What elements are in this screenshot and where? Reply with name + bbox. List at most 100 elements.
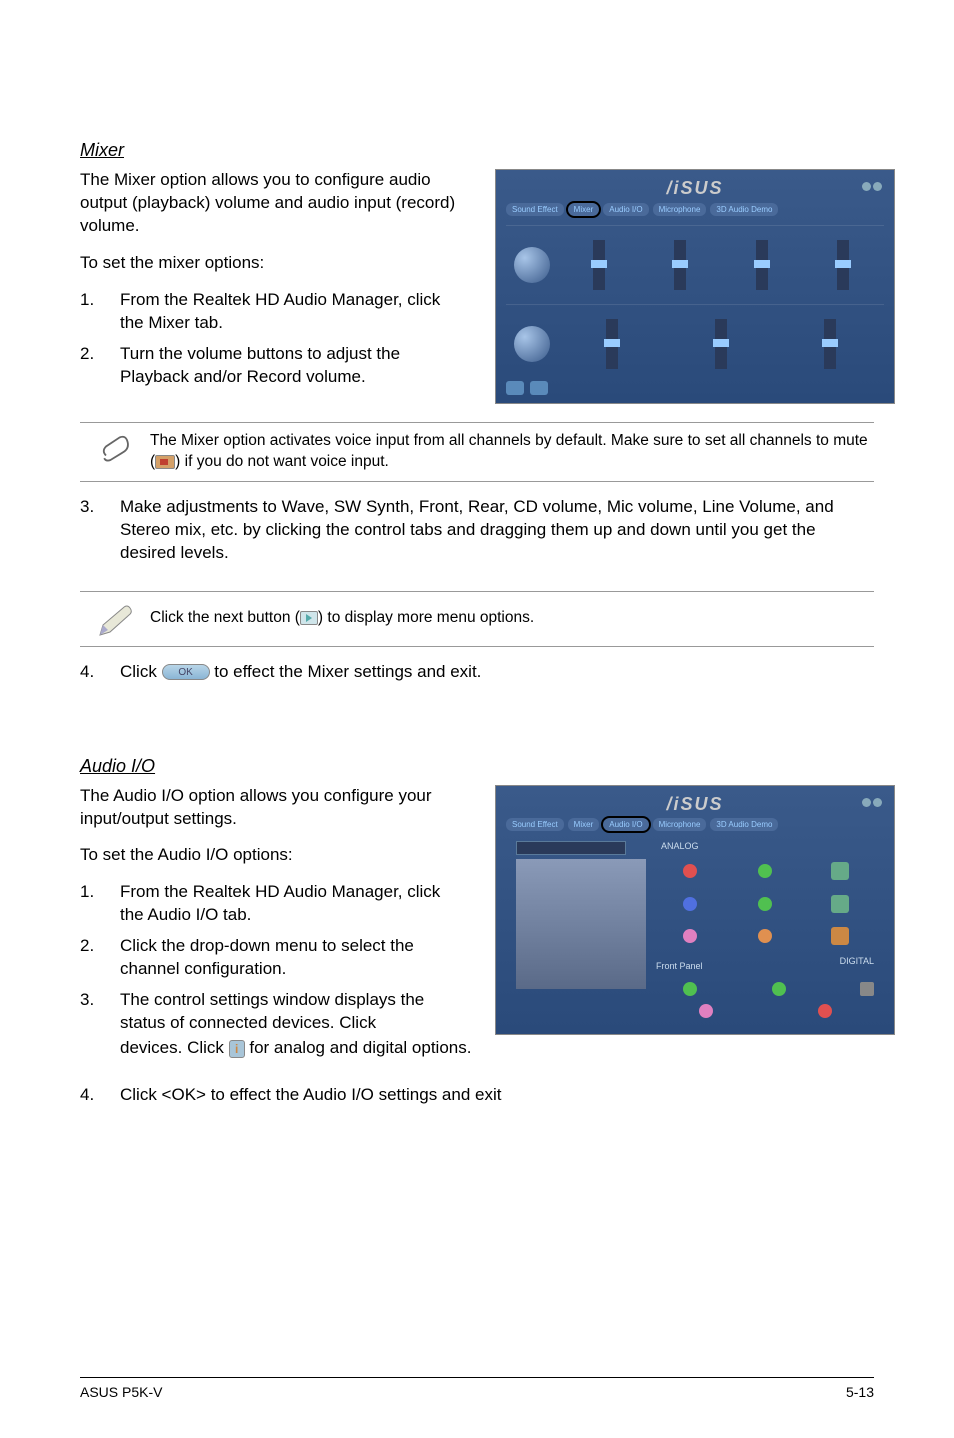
digital-panel: Front Panel DIGITAL (656, 956, 874, 1006)
step-number: 1. (80, 881, 120, 927)
volume-slider[interactable] (674, 240, 686, 290)
mixer-section: Mixer The Mixer option allows you to con… (80, 140, 874, 698)
note2-part-b: ) to display more menu options. (318, 609, 534, 626)
tab-3d-audio-demo[interactable]: 3D Audio Demo (710, 203, 778, 216)
tab-strip: Sound Effect Mixer Audio I/O Microphone … (506, 816, 844, 834)
audio-step3-cont: devices. Click i for analog and digital … (80, 1037, 874, 1074)
tab-audio-io[interactable]: Audio I/O (603, 203, 648, 216)
step-text: Click <OK> to effect the Audio I/O setti… (120, 1084, 874, 1107)
jack-green[interactable] (758, 864, 772, 878)
playback-row (506, 225, 884, 304)
jack-front-red[interactable] (818, 1004, 832, 1018)
step-text: Click the drop-down menu to select the c… (120, 935, 465, 981)
mixer-note2: Click the next button () to display more… (80, 591, 874, 647)
step-text: From the Realtek HD Audio Manager, click… (120, 881, 465, 927)
window-controls (862, 798, 882, 807)
jack-front-pink[interactable] (699, 1004, 713, 1018)
mixer-screenshot: /iSUS Sound Effect Mixer Audio I/O Micro… (495, 169, 895, 404)
mixer-intro: The Mixer option allows you to configure… (80, 169, 460, 238)
asus-logo: /iSUS (666, 794, 723, 815)
step-number: 3. (80, 989, 120, 1035)
mixer-heading: Mixer (80, 140, 874, 161)
audio-steps: 1. From the Realtek HD Audio Manager, cl… (80, 881, 465, 1035)
mixer-steps-12: 1. From the Realtek HD Audio Manager, cl… (80, 289, 465, 389)
volume-slider[interactable] (606, 319, 618, 369)
volume-slider[interactable] (593, 240, 605, 290)
tool-icon[interactable] (831, 895, 849, 913)
playback-sliders (558, 240, 884, 290)
record-sliders (558, 319, 884, 369)
audio-intro: The Audio I/O option allows you configur… (80, 785, 460, 831)
tab-strip: Sound Effect Mixer Audio I/O Microphone … (506, 200, 844, 218)
step-text: From the Realtek HD Audio Manager, click… (120, 289, 465, 335)
step-text: The control settings window displays the… (120, 989, 465, 1035)
audio-heading: Audio I/O (80, 756, 874, 777)
volume-slider[interactable] (715, 319, 727, 369)
note-text: The Mixer option activates voice input f… (150, 431, 874, 473)
next-button[interactable] (530, 381, 548, 395)
audio-section: Audio I/O The Audio I/O option allows yo… (80, 756, 874, 1121)
jack-red[interactable] (683, 864, 697, 878)
mixer-row: The Mixer option allows you to configure… (80, 169, 874, 410)
step-text: Turn the volume buttons to adjust the Pl… (120, 343, 465, 389)
step-number-blank (80, 1037, 120, 1074)
asus-logo: /iSUS (666, 178, 723, 199)
list-item: 2. Click the drop-down menu to select th… (80, 935, 465, 981)
volume-slider[interactable] (837, 240, 849, 290)
tab-microphone[interactable]: Microphone (653, 818, 707, 831)
list-item: 1. From the Realtek HD Audio Manager, cl… (80, 289, 465, 335)
jack-front-green[interactable] (772, 982, 786, 996)
tab-sound-effect[interactable]: Sound Effect (506, 818, 564, 831)
prev-button[interactable] (506, 381, 524, 395)
list-item: 2. Turn the volume buttons to adjust the… (80, 343, 465, 389)
list-item: 3. The control settings window displays … (80, 989, 465, 1035)
tab-audio-io[interactable]: Audio I/O (603, 818, 648, 831)
step-number: 1. (80, 289, 120, 335)
paperclip-icon (80, 431, 150, 469)
list-item: 3. Make adjustments to Wave, SW Synth, F… (80, 496, 874, 579)
tool-icon[interactable] (831, 862, 849, 880)
mixer-left-col: The Mixer option allows you to configure… (80, 169, 465, 410)
next-icon (300, 611, 318, 625)
mixer-step4: 4. Click OK to effect the Mixer settings… (80, 661, 874, 698)
record-knob[interactable] (514, 326, 550, 362)
audio-left-col: The Audio I/O option allows you configur… (80, 785, 465, 1043)
tab-mixer[interactable]: Mixer (568, 818, 600, 831)
digital-label: DIGITAL (840, 956, 874, 966)
step4-part-a: Click (120, 662, 162, 681)
step-number: 4. (80, 661, 120, 698)
audio-body: ANALOG Front Panel (506, 841, 884, 1014)
volume-slider[interactable] (824, 319, 836, 369)
audio-screenshot: /iSUS Sound Effect Mixer Audio I/O Micro… (495, 785, 895, 1035)
step-text: devices. Click i for analog and digital … (120, 1037, 874, 1060)
tab-3d-audio-demo[interactable]: 3D Audio Demo (710, 818, 778, 831)
note1-part-b: ) if you do not want voice input. (175, 453, 389, 470)
step-number: 3. (80, 496, 120, 579)
step-number: 4. (80, 1084, 120, 1121)
step-text: Click OK to effect the Mixer settings an… (120, 661, 874, 684)
pencil-icon (80, 598, 150, 640)
jack-blue[interactable] (683, 897, 697, 911)
channel-dropdown[interactable] (516, 841, 626, 855)
mixer-set-lead: To set the mixer options: (80, 252, 460, 275)
jack-green[interactable] (758, 897, 772, 911)
spdif-icon[interactable] (860, 982, 874, 996)
volume-slider[interactable] (756, 240, 768, 290)
playback-knob[interactable] (514, 247, 550, 283)
audio-set-lead: To set the Audio I/O options: (80, 844, 460, 867)
tab-mixer[interactable]: Mixer (568, 203, 600, 216)
list-item: 4. Click OK to effect the Mixer settings… (80, 661, 874, 698)
ok-button-icon: OK (162, 664, 210, 680)
jack-orange[interactable] (758, 929, 772, 943)
bottom-controls (506, 381, 548, 395)
jack-front-green[interactable] (683, 982, 697, 996)
mixer-right-col: /iSUS Sound Effect Mixer Audio I/O Micro… (465, 169, 895, 410)
tab-microphone[interactable]: Microphone (653, 203, 707, 216)
speaker-room-diagram (516, 859, 646, 989)
jack-pink[interactable] (683, 929, 697, 943)
tab-sound-effect[interactable]: Sound Effect (506, 203, 564, 216)
list-item: 4. Click <OK> to effect the Audio I/O se… (80, 1084, 874, 1121)
step4-part-b: to effect the Mixer settings and exit. (210, 662, 482, 681)
mixer-body (506, 225, 884, 383)
tool-icon[interactable] (831, 927, 849, 945)
